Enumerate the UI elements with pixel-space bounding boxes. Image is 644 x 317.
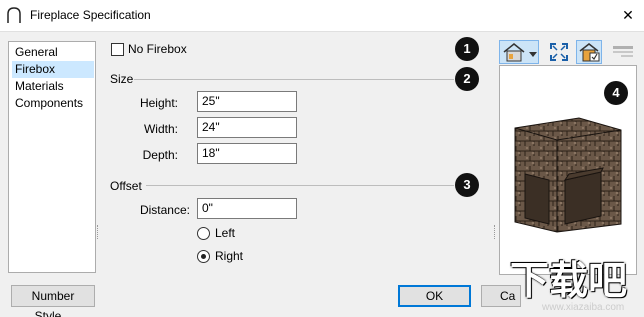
nav-item-firebox[interactable]: Firebox [12, 61, 94, 78]
callout-3: 3 [455, 173, 479, 197]
distance-label: Distance: [139, 203, 190, 217]
fill-window-icon [549, 42, 569, 65]
size-group-label: Size [110, 72, 134, 86]
category-list: General Firebox Materials Components [8, 41, 96, 273]
dropdown-arrow-icon [529, 47, 537, 61]
title-bar: Fireplace Specification ✕ [0, 0, 644, 31]
fireplace-3d-image [514, 117, 622, 233]
color-toggle-icon [579, 42, 601, 65]
width-label: Width: [143, 122, 178, 136]
left-radio[interactable] [197, 227, 210, 240]
watermark-url: www.xiazaiba.com [542, 302, 625, 313]
no-firebox-label: No Firebox [128, 42, 187, 56]
fill-window-button[interactable] [546, 40, 572, 64]
right-radio-label: Right [215, 249, 244, 263]
depth-field[interactable]: 18" [197, 143, 297, 164]
window-title: Fireplace Specification [30, 8, 151, 22]
layers-button[interactable] [609, 40, 635, 64]
number-style-button[interactable]: Number Style... [11, 285, 95, 317]
watermark: 下载吧 www.xiazaiba.com [510, 262, 642, 317]
watermark-text: 下载吧 [510, 260, 628, 303]
splitter-grip-right[interactable] [494, 225, 496, 239]
width-field[interactable]: 24" [197, 117, 297, 138]
splitter-grip-left[interactable] [97, 225, 99, 239]
nav-item-components[interactable]: Components [12, 95, 94, 112]
callout-2: 2 [455, 67, 479, 91]
color-toggle-button[interactable] [576, 40, 602, 64]
fireplace-preview: 4 [499, 65, 637, 275]
view-type-button[interactable] [499, 40, 539, 64]
app-icon [6, 6, 22, 24]
view-type-icon [502, 42, 526, 65]
radio-selected-dot [201, 254, 206, 259]
ok-button[interactable]: OK [398, 285, 471, 307]
layers-icon [612, 44, 634, 63]
no-firebox-checkbox[interactable] [111, 43, 124, 56]
height-label: Height: [139, 96, 178, 110]
height-field[interactable]: 25" [197, 91, 297, 112]
depth-label: Depth: [142, 148, 178, 162]
close-icon[interactable]: ✕ [620, 6, 636, 24]
right-radio[interactable] [197, 250, 210, 263]
callout-1: 1 [455, 37, 479, 61]
offset-divider [146, 185, 454, 186]
size-divider [134, 79, 454, 80]
offset-group-label: Offset [110, 179, 142, 193]
nav-item-materials[interactable]: Materials [12, 78, 94, 95]
nav-item-general[interactable]: General [12, 44, 94, 61]
distance-field[interactable]: 0" [197, 198, 297, 219]
left-radio-label: Left [215, 226, 236, 240]
callout-4: 4 [604, 81, 628, 105]
